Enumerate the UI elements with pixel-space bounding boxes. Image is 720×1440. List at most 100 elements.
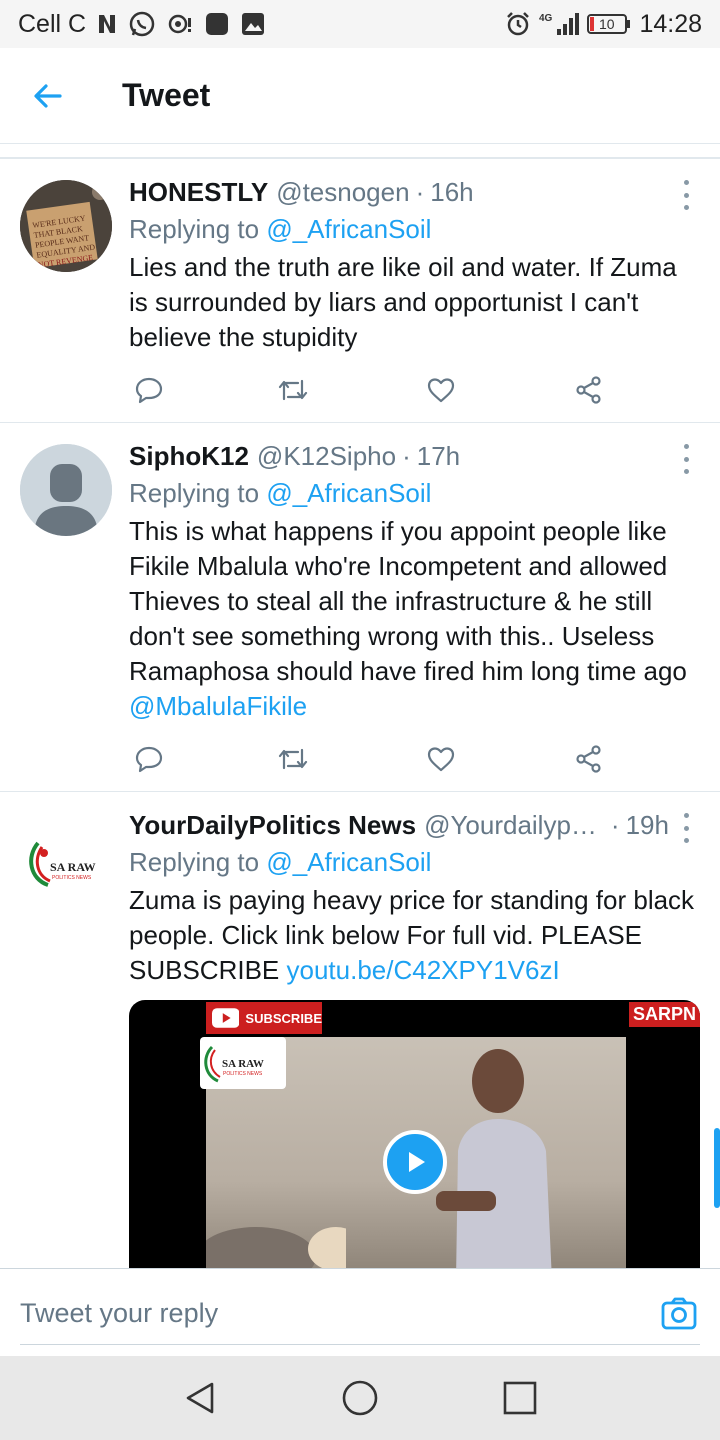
reply-icon [135,746,163,773]
channel-logo: SA RAW POLITICS NEWS [200,1037,286,1089]
like-button[interactable] [421,370,461,410]
retweet-icon [278,379,308,401]
replying-to: Replying to @_AfricanSoil [129,476,700,510]
channel-tag: SARPN [628,1002,700,1027]
replying-prefix: Replying to [129,478,260,508]
share-button[interactable] [569,370,609,410]
timestamp[interactable]: 19h [626,807,669,843]
signal-icon: 4G [539,11,580,37]
netflix-icon [96,13,118,35]
tweet[interactable]: SA RAW POLITICS NEWS YourDailyPolitics N… [0,793,720,1270]
youtube-icon [212,1008,240,1028]
svg-text:SA RAW: SA RAW [222,1058,264,1070]
display-name[interactable]: HONESTLY [129,174,268,210]
subscribe-badge: SUBSCRIBE [206,1002,322,1034]
action-bar [129,370,609,410]
triangle-back-icon [186,1382,214,1414]
share-icon [576,376,601,404]
notification-icon [166,10,194,38]
nav-home-button[interactable] [330,1368,390,1428]
separator: · [402,441,411,471]
more-vertical-icon [683,180,689,185]
video-props [206,1227,346,1270]
tweet-text: Lies and the truth are like oil and wate… [129,252,677,352]
nav-recents-button[interactable] [490,1368,550,1428]
camera-button[interactable] [660,1295,698,1333]
tweet-text: This is what happens if you appoint peop… [129,514,700,724]
replying-mention-link[interactable]: @_AfricanSoil [266,214,431,244]
display-name[interactable]: SiphoK12 [129,438,249,474]
like-button[interactable] [421,739,461,779]
nav-back-button[interactable] [170,1368,230,1428]
replying-prefix: Replying to [129,214,260,244]
replying-mention-link[interactable]: @_AfricanSoil [266,847,431,877]
share-button[interactable] [569,739,609,779]
play-button[interactable] [383,1130,447,1194]
tweet-text-body: This is what happens if you appoint peop… [129,516,687,686]
avatar[interactable] [20,444,112,536]
timestamp[interactable]: 17h [417,438,460,474]
scrollbar-thumb[interactable] [714,1128,720,1208]
replying-prefix: Replying to [129,847,260,877]
tweet[interactable]: WE'RE LUCKY THAT BLACK PEOPLE WANT EQUAL… [0,160,720,423]
heart-icon [427,747,455,772]
play-icon [409,1152,425,1172]
retweet-icon [278,748,308,770]
heart-icon [427,378,455,403]
reply-button[interactable] [129,370,169,410]
svg-text:SA RAW: SA RAW [50,860,96,874]
timestamp[interactable]: 16h [430,174,473,210]
mention-link[interactable]: @MbalulaFikile [129,691,307,721]
gallery-icon [240,11,266,37]
display-name[interactable]: YourDailyPolitics News [129,807,416,843]
user-handle[interactable]: @Yourdailyp… [424,807,597,843]
system-nav-bar [0,1356,720,1440]
user-handle[interactable]: @K12Sipho [257,438,396,474]
replying-mention-link[interactable]: @_AfricanSoil [266,478,431,508]
more-options-button[interactable] [676,813,696,843]
retweet-button[interactable] [273,739,313,779]
tweet-text: Zuma is paying heavy price for standing … [129,883,700,988]
svg-text:10: 10 [599,16,615,32]
share-icon [576,745,601,773]
battery-icon: 10 [587,12,631,36]
camera-icon [661,1297,697,1330]
reply-icon [135,377,163,404]
retweet-button[interactable] [273,370,313,410]
alarm-icon [505,11,531,37]
square-recents-icon [503,1381,537,1415]
divider [0,157,720,159]
user-handle[interactable]: @tesnogen [276,174,409,210]
page-title: Tweet [122,77,211,113]
replying-to: Replying to @_AfricanSoil [129,845,700,879]
subscribe-label: SUBSCRIBE [245,1010,322,1026]
back-button[interactable] [0,48,96,144]
separator: · [610,810,620,840]
replying-to: Replying to @_AfricanSoil [129,212,700,246]
circle-home-icon [342,1380,378,1416]
tweet[interactable]: SiphoK12 @K12Sipho · 17h Replying to @_A… [0,424,720,792]
arrow-left-icon [34,83,62,108]
header: Tweet [0,48,720,144]
video-thumbnail[interactable]: SUBSCRIBE SARPN SA RAW POLITICS NEWS [129,1000,700,1270]
video-person [436,1049,552,1270]
action-bar [129,739,609,779]
svg-text:POLITICS NEWS: POLITICS NEWS [223,1071,263,1077]
svg-text:POLITICS NEWS: POLITICS NEWS [52,875,92,881]
more-vertical-icon [683,813,689,818]
svg-text:4G: 4G [539,13,553,24]
reply-input[interactable]: Tweet your reply [20,1283,700,1345]
reply-button[interactable] [129,739,169,779]
avatar[interactable]: SA RAW POLITICS NEWS [20,813,112,905]
more-options-button[interactable] [676,444,696,474]
video-link[interactable]: youtu.be/C42XPY1V6zI [287,955,560,985]
status-bar: Cell C 4G 10 14:28 [0,0,720,48]
carrier-label: Cell C [18,9,87,38]
app-icon [204,11,230,37]
more-options-button[interactable] [676,180,696,210]
more-vertical-icon [683,444,689,449]
clock-label: 14:28 [639,9,702,38]
avatar[interactable]: WE'RE LUCKY THAT BLACK PEOPLE WANT EQUAL… [20,180,112,272]
reply-composer: Tweet your reply [0,1268,720,1356]
whatsapp-icon [128,10,156,38]
